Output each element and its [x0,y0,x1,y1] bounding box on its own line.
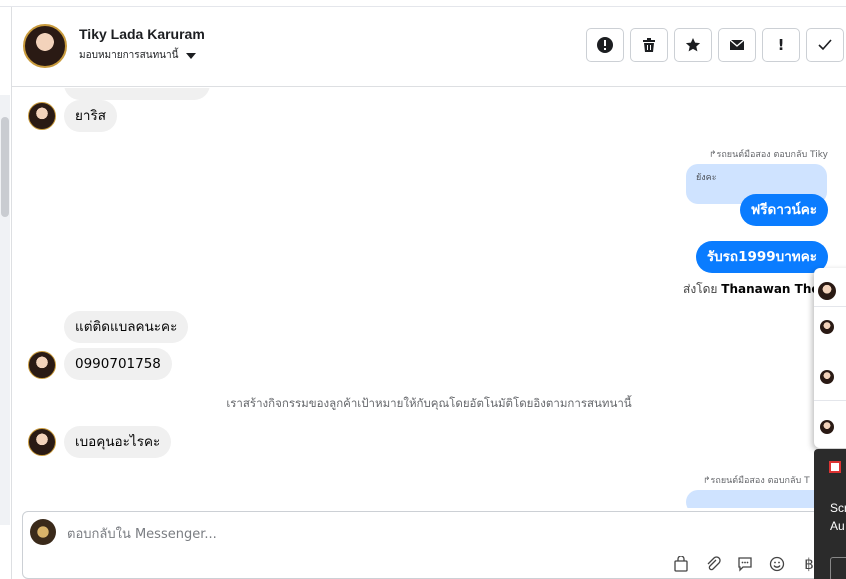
popup-avatar[interactable] [820,420,834,434]
conversation-header: Tiky Lada Karuram มอบหมายการสนทนานี้ ! [12,7,846,87]
incoming-message[interactable]: แต่ติดแบลคนะคะ [64,311,189,343]
popup-avatar[interactable] [820,320,834,334]
messenger-inbox: Tiky Lada Karuram มอบหมายการสนทนานี้ ! ย… [0,0,846,579]
star-button[interactable] [674,28,712,62]
paperclip-icon [707,556,721,571]
sent-by-label: ส่งโดย Thanawan Thon [683,282,829,296]
popup-divider [814,306,846,307]
alert-circle-icon [597,37,613,53]
cut-off-message: . [64,88,210,100]
incoming-message[interactable]: เบอคุนอะไรคะ [64,426,172,458]
popup-divider [814,400,846,401]
envelope-icon [729,39,745,50]
app-icon [829,461,841,473]
incoming-message[interactable]: ยาริส [64,100,117,132]
header-actions: ! [586,28,844,62]
composer-tools: ฿ [671,554,819,574]
contact-avatar-small [28,351,56,379]
reply-context-label: ↱รถยนต์มือสอง ตอบกลับ T [703,476,810,486]
delete-button[interactable] [630,28,668,62]
outgoing-message[interactable]: รับรถ1999บาทคะ [695,241,828,273]
contact-avatar-small [28,428,56,456]
incoming-message[interactable]: 0990701758 [64,348,172,380]
outgoing-message[interactable]: ฟรีดาวน์คะ [739,194,828,226]
check-icon [818,39,832,51]
chat-bubble-icon [738,557,752,572]
saved-replies-button[interactable] [735,554,755,574]
popup-avatar[interactable] [820,370,834,384]
caret-down-icon [186,52,197,59]
conversation-list-popup [814,268,846,448]
star-icon [685,38,701,52]
popup-avatar[interactable] [818,282,836,300]
sender-name[interactable]: Thanawan Thon [721,282,828,296]
mark-unread-button[interactable] [718,28,756,62]
notification-button[interactable] [830,557,846,579]
page-avatar [30,519,56,545]
emoji-button[interactable] [767,554,787,574]
contact-name[interactable]: Tiky Lada Karuram [79,26,205,42]
screenshot-notification: Scr Au [814,449,846,579]
baht-icon: ฿ [804,555,814,573]
contact-avatar[interactable] [23,24,67,68]
notification-subtitle: Au [830,519,845,533]
system-notice: เราสร้างกิจกรรมของลูกค้าเป้าหมายให้กับคุ… [226,396,632,410]
message-thread: . ยาริส ↱รถยนต์มือสอง ตอบกลับ Tiky ยังคะ… [12,88,846,508]
trash-icon [643,38,655,52]
smiley-icon [769,556,785,572]
follow-up-button[interactable]: ! [762,28,800,62]
conversation-scrollbar-thumb[interactable] [1,117,9,217]
contact-avatar-small [28,102,56,130]
attach-button[interactable] [703,554,723,574]
assign-label: มอบหมายการสนทนานี้ [79,50,179,61]
reply-input[interactable] [67,522,767,546]
assign-conversation-dropdown[interactable]: มอบหมายการสนทนานี้ [79,48,197,63]
reply-context-label: ↱รถยนต์มือสอง ตอบกลับ Tiky [708,150,828,160]
shopping-bag-icon [674,556,688,572]
reply-composer: ฿ [22,511,822,579]
mark-done-button[interactable] [806,28,844,62]
exclamation-icon: ! [777,36,785,54]
shop-button[interactable] [671,554,691,574]
spam-button[interactable] [586,28,624,62]
notification-title: Scr [830,501,846,515]
quoted-message-partial [686,490,827,508]
